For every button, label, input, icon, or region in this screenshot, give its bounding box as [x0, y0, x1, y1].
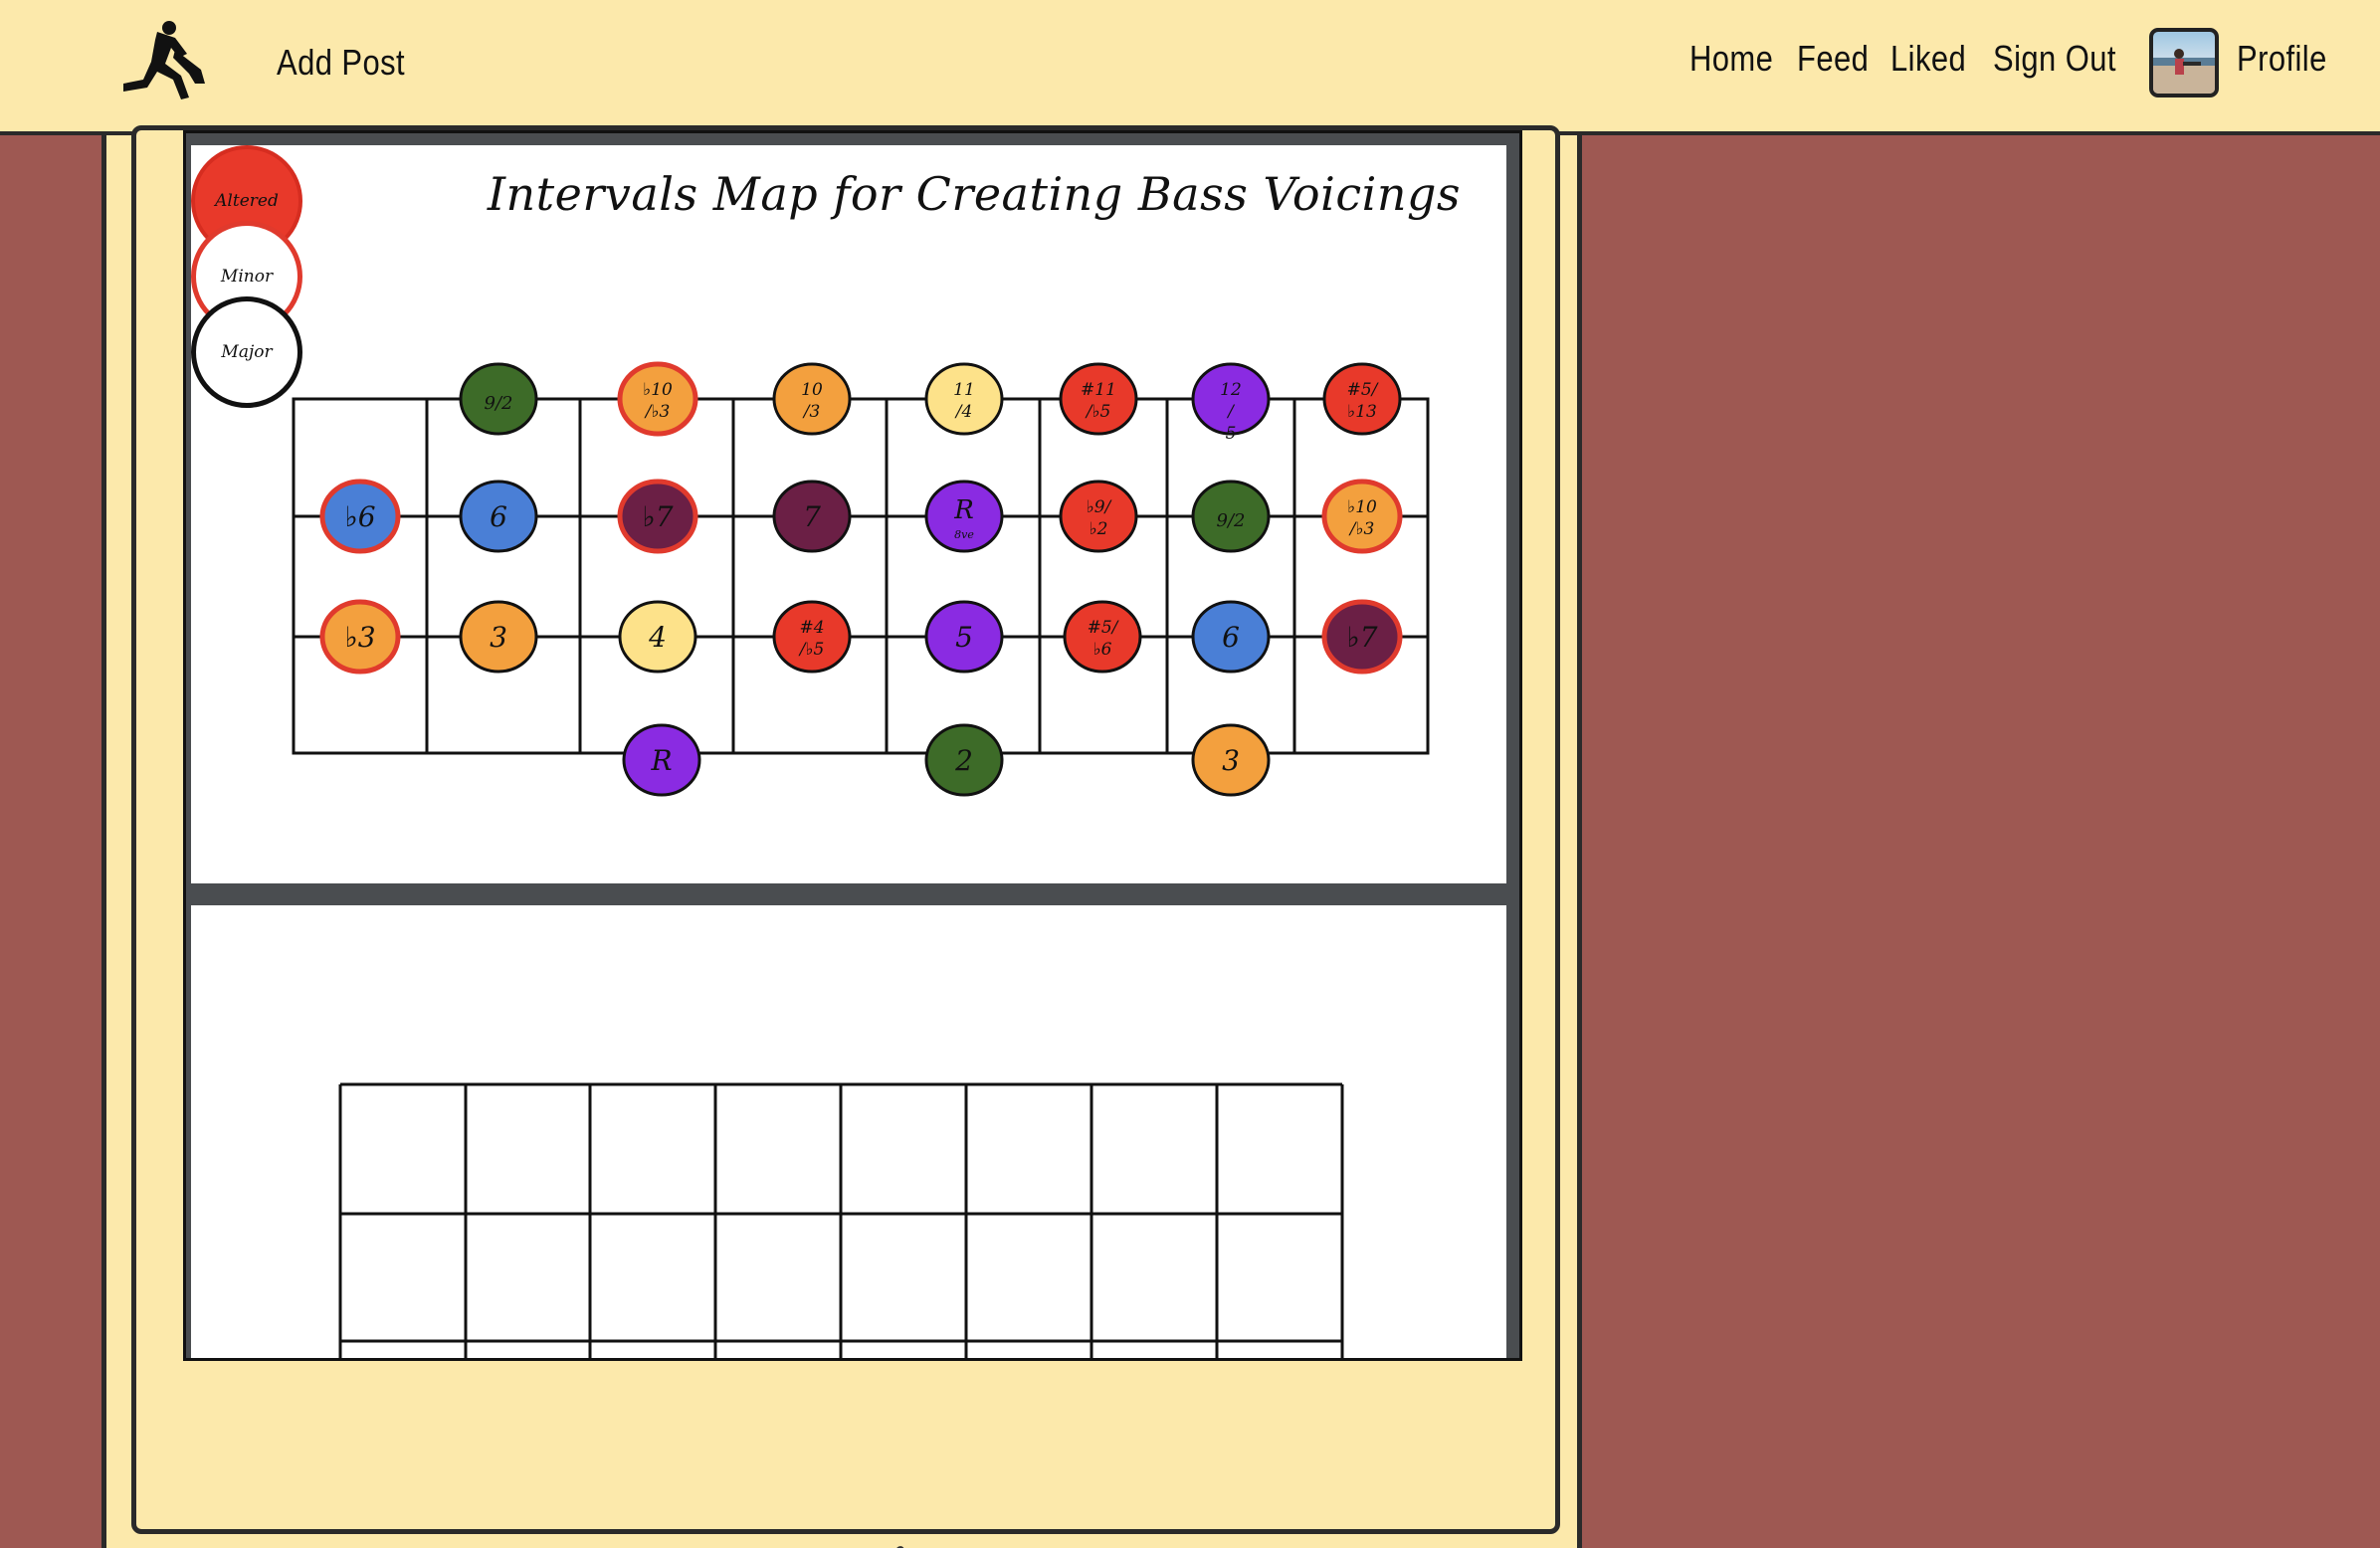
- intervals-map-slide: 9/2 ♭10/♭3 10/3 11/4 #11/♭5 12/5 #5/♭13 ♭6 6 ♭7 7 R…: [191, 145, 1506, 883]
- thumbs-up-icon[interactable]: [859, 1541, 936, 1548]
- nav-liked-link[interactable]: Liked: [1890, 38, 1966, 80]
- note-label: ♭6: [344, 500, 375, 533]
- note-label: 5: [955, 621, 973, 654]
- legend-major-label: Major: [221, 342, 273, 362]
- note-circle: 10/3: [772, 362, 852, 436]
- interval-notes: 9/2 ♭10/♭3 10/3 11/4 #11/♭5 12/5 #5/♭13 ♭6 6 ♭7 7 R…: [319, 361, 1403, 797]
- note-circle: ♭9/♭2: [1059, 480, 1138, 553]
- note-circle: ♭7: [617, 479, 698, 554]
- note-circle: 7: [772, 480, 852, 553]
- note-label: 6: [490, 500, 507, 533]
- note-circle: 6: [459, 480, 538, 553]
- post-card-inner: 9/2 ♭10/♭3 10/3 11/4 #11/♭5 12/5 #5/♭13 ♭6 6 ♭7 7 R…: [131, 125, 1560, 1548]
- avatar-photo-icon: [2153, 49, 2215, 94]
- slide-title: Intervals Map for Creating Bass Voicings: [487, 167, 1461, 221]
- note-label: 7: [803, 500, 821, 533]
- note-circle: ♭6: [319, 479, 401, 554]
- note-circle: 9/2: [1191, 480, 1271, 553]
- note-circle: 4: [618, 600, 697, 674]
- note-label: 3: [490, 621, 507, 654]
- note-circle: 9/2: [459, 362, 538, 436]
- note-label: ♭3: [344, 621, 375, 654]
- running-guitarist-logo-icon[interactable]: [117, 18, 211, 103]
- note-label: 9/2: [485, 393, 513, 414]
- note-circle: #5/♭6: [1063, 600, 1142, 674]
- note-circle: #5/♭13: [1322, 362, 1402, 436]
- note-label: R 8ve: [953, 495, 974, 541]
- nav-feed-link[interactable]: Feed: [1797, 38, 1869, 80]
- note-circle: R: [622, 723, 701, 797]
- avatar[interactable]: [2149, 28, 2219, 97]
- note-circle: R 8ve: [924, 480, 1004, 553]
- note-circle: 3: [1191, 723, 1271, 797]
- note-label: 6: [1222, 621, 1240, 654]
- post-image[interactable]: 9/2 ♭10/♭3 10/3 11/4 #11/♭5 12/5 #5/♭13 ♭6 6 ♭7 7 R…: [183, 130, 1522, 1361]
- legend-altered-label: Altered: [215, 191, 279, 211]
- note-label: ♭7: [1346, 621, 1377, 654]
- nav-home-link[interactable]: Home: [1689, 38, 1773, 80]
- empty-fret-grid: [338, 1082, 1344, 1358]
- note-circle: 2: [924, 723, 1004, 797]
- note-label: R: [650, 744, 672, 777]
- empty-grid-slide: [191, 905, 1506, 1358]
- note-label: 4: [648, 621, 667, 654]
- note-label: ♭7: [642, 500, 673, 533]
- nav-profile-link[interactable]: Profile: [2237, 38, 2327, 80]
- note-circle: 5: [924, 600, 1004, 674]
- note-circle: 11/4: [924, 362, 1004, 436]
- note-label: 3: [1222, 744, 1240, 777]
- note-circle: 6: [1191, 600, 1271, 674]
- add-post-link[interactable]: Add Post: [277, 42, 405, 84]
- note-circle: 3: [459, 600, 538, 674]
- note-circle: ♭7: [1321, 599, 1403, 675]
- note-circle: ♭10/♭3: [1321, 479, 1403, 554]
- note-circle: ♭3: [319, 599, 401, 675]
- note-circle: #4/♭5: [772, 600, 852, 674]
- note-circle: ♭10/♭3: [617, 361, 698, 437]
- top-navbar: Add Post Home Feed Liked Sign Out Profil…: [0, 0, 2380, 135]
- note-circle: #11/♭5: [1059, 362, 1138, 436]
- post-card: 9/2 ♭10/♭3 10/3 11/4 #11/♭5 12/5 #5/♭13 ♭6 6 ♭7 7 R…: [101, 125, 1582, 1548]
- note-label: 2: [954, 744, 973, 777]
- nav-sign-out-link[interactable]: Sign Out: [1993, 38, 2116, 80]
- legend-major: Major: [191, 296, 302, 408]
- note-label: 9/2: [1217, 510, 1246, 531]
- fretboard-diagram: 9/2 ♭10/♭3 10/3 11/4 #11/♭5 12/5 #5/♭13 ♭6 6 ♭7 7 R…: [292, 361, 1430, 797]
- post-actions: 2 0: [859, 1541, 1097, 1548]
- note-circle: 12/5: [1191, 362, 1271, 444]
- legend-minor-label: Minor: [220, 267, 274, 287]
